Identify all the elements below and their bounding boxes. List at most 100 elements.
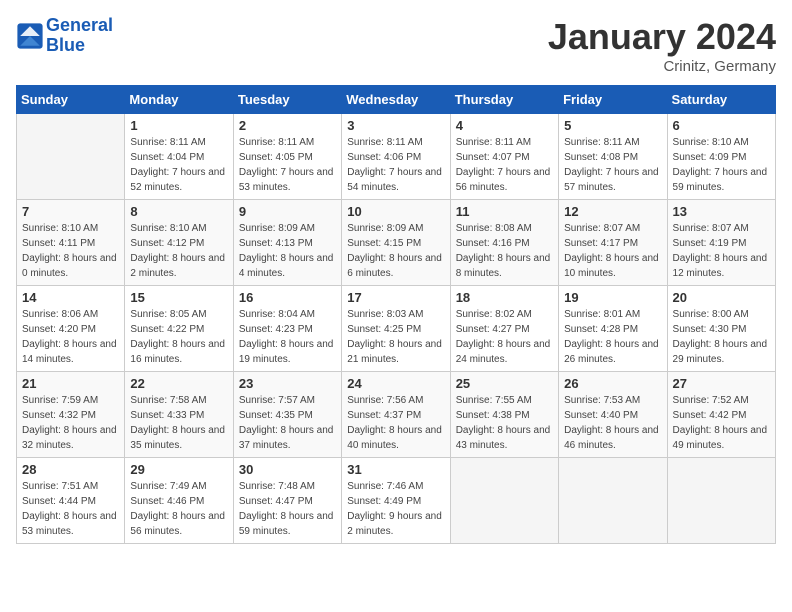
day-info: Sunrise: 8:02 AMSunset: 4:27 PMDaylight:… [456,307,553,367]
day-info: Sunrise: 7:48 AMSunset: 4:47 PMDaylight:… [239,479,336,539]
day-info: Sunrise: 8:06 AMSunset: 4:20 PMDaylight:… [22,307,119,367]
day-info: Sunrise: 8:07 AMSunset: 4:19 PMDaylight:… [673,221,770,281]
day-info: Sunrise: 8:00 AMSunset: 4:30 PMDaylight:… [673,307,770,367]
day-number: 2 [239,118,336,133]
calendar-day: 1Sunrise: 8:11 AMSunset: 4:04 PMDaylight… [125,114,233,200]
calendar-day: 15 Sunrise: 8:05 AMSunset: 4:22 PMDayligh… [125,286,233,372]
calendar-week-3: 14 Sunrise: 8:06 AMSunset: 4:20 PMDayligh… [17,286,776,372]
calendar-day: 27 Sunrise: 7:52 AMSunset: 4:42 PMDayligh… [667,372,775,458]
calendar-day: 4 Sunrise: 8:11 AMSunset: 4:07 PMDaylight… [450,114,558,200]
day-header-thursday: Thursday [450,86,558,114]
day-number: 22 [130,376,227,391]
day-number: 20 [673,290,770,305]
day-header-monday: Monday [125,86,233,114]
day-info: Sunrise: 7:52 AMSunset: 4:42 PMDaylight:… [673,393,770,453]
calendar-day: 11 Sunrise: 8:08 AMSunset: 4:16 PMDayligh… [450,200,558,286]
calendar-day [450,458,558,544]
day-info: Sunrise: 8:09 AMSunset: 4:15 PMDaylight:… [347,221,444,281]
day-header-sunday: Sunday [17,86,125,114]
calendar-day: 23 Sunrise: 7:57 AMSunset: 4:35 PMDayligh… [233,372,341,458]
day-info: Sunrise: 7:55 AMSunset: 4:38 PMDaylight:… [456,393,553,453]
calendar-day: 7 Sunrise: 8:10 AMSunset: 4:11 PMDaylight… [17,200,125,286]
day-number: 10 [347,204,444,219]
calendar-day: 28 Sunrise: 7:51 AMSunset: 4:44 PMDayligh… [17,458,125,544]
calendar-day: 10 Sunrise: 8:09 AMSunset: 4:15 PMDayligh… [342,200,450,286]
day-number: 8 [130,204,227,219]
calendar-day: 6Sunrise: 8:10 AMSunset: 4:09 PMDaylight… [667,114,775,200]
calendar-day [667,458,775,544]
day-number: 11 [456,204,553,219]
day-number: 5 [564,118,661,133]
day-number: 31 [347,462,444,477]
day-info: Sunrise: 7:51 AMSunset: 4:44 PMDaylight:… [22,479,119,539]
calendar-week-4: 21Sunrise: 7:59 AMSunset: 4:32 PMDayligh… [17,372,776,458]
day-info: Sunrise: 8:11 AMSunset: 4:05 PMDaylight:… [239,135,336,195]
day-info: Sunrise: 7:59 AMSunset: 4:32 PMDaylight:… [22,393,119,453]
day-number: 12 [564,204,661,219]
calendar-day: 3 Sunrise: 8:11 AMSunset: 4:06 PMDaylight… [342,114,450,200]
day-info: Sunrise: 7:49 AMSunset: 4:46 PMDaylight:… [130,479,227,539]
calendar-day: 25 Sunrise: 7:55 AMSunset: 4:38 PMDayligh… [450,372,558,458]
day-number: 18 [456,290,553,305]
calendar-header-row: SundayMondayTuesdayWednesdayThursdayFrid… [17,86,776,114]
calendar-day: 24Sunrise: 7:56 AMSunset: 4:37 PMDayligh… [342,372,450,458]
calendar-day: 30 Sunrise: 7:48 AMSunset: 4:47 PMDayligh… [233,458,341,544]
day-number: 23 [239,376,336,391]
day-info: Sunrise: 8:05 AMSunset: 4:22 PMDaylight:… [130,307,227,367]
day-info: Sunrise: 8:03 AMSunset: 4:25 PMDaylight:… [347,307,444,367]
calendar-day: 18 Sunrise: 8:02 AMSunset: 4:27 PMDayligh… [450,286,558,372]
calendar-day: 14 Sunrise: 8:06 AMSunset: 4:20 PMDayligh… [17,286,125,372]
calendar-day: 19 Sunrise: 8:01 AMSunset: 4:28 PMDayligh… [559,286,667,372]
day-number: 14 [22,290,119,305]
calendar-day: 5 Sunrise: 8:11 AMSunset: 4:08 PMDaylight… [559,114,667,200]
day-info: Sunrise: 8:10 AMSunset: 4:11 PMDaylight:… [22,221,119,281]
day-info: Sunrise: 8:10 AMSunset: 4:12 PMDaylight:… [130,221,227,281]
logo-text-blue: Blue [46,36,113,56]
day-info: Sunrise: 7:57 AMSunset: 4:35 PMDaylight:… [239,393,336,453]
day-number: 3 [347,118,444,133]
day-info: Sunrise: 8:07 AMSunset: 4:17 PMDaylight:… [564,221,661,281]
location-subtitle: Crinitz, Germany [548,58,776,75]
calendar-week-1: 1Sunrise: 8:11 AMSunset: 4:04 PMDaylight… [17,114,776,200]
day-number: 15 [130,290,227,305]
day-number: 28 [22,462,119,477]
day-info: Sunrise: 7:58 AMSunset: 4:33 PMDaylight:… [130,393,227,453]
calendar-day: 13 Sunrise: 8:07 AMSunset: 4:19 PMDayligh… [667,200,775,286]
day-info: Sunrise: 8:11 AMSunset: 4:08 PMDaylight:… [564,135,661,195]
day-header-saturday: Saturday [667,86,775,114]
day-number: 25 [456,376,553,391]
calendar-day: 9Sunrise: 8:09 AMSunset: 4:13 PMDaylight… [233,200,341,286]
day-number: 19 [564,290,661,305]
day-info: Sunrise: 8:04 AMSunset: 4:23 PMDaylight:… [239,307,336,367]
calendar-day: 22 Sunrise: 7:58 AMSunset: 4:33 PMDayligh… [125,372,233,458]
day-number: 27 [673,376,770,391]
day-number: 7 [22,204,119,219]
day-number: 4 [456,118,553,133]
day-number: 16 [239,290,336,305]
day-number: 1 [130,118,227,133]
calendar-day [17,114,125,200]
calendar-day [559,458,667,544]
day-header-tuesday: Tuesday [233,86,341,114]
day-info: Sunrise: 7:46 AMSunset: 4:49 PMDaylight:… [347,479,444,539]
title-block: January 2024 Crinitz, Germany [548,16,776,75]
day-info: Sunrise: 8:01 AMSunset: 4:28 PMDaylight:… [564,307,661,367]
calendar-day: 16 Sunrise: 8:04 AMSunset: 4:23 PMDayligh… [233,286,341,372]
day-number: 29 [130,462,227,477]
day-number: 30 [239,462,336,477]
calendar-day: 29 Sunrise: 7:49 AMSunset: 4:46 PMDayligh… [125,458,233,544]
day-info: Sunrise: 8:11 AMSunset: 4:06 PMDaylight:… [347,135,444,195]
calendar-day: 8 Sunrise: 8:10 AMSunset: 4:12 PMDaylight… [125,200,233,286]
day-header-wednesday: Wednesday [342,86,450,114]
day-info: Sunrise: 7:53 AMSunset: 4:40 PMDaylight:… [564,393,661,453]
day-info: Sunrise: 8:11 AMSunset: 4:07 PMDaylight:… [456,135,553,195]
logo-text-general: General [46,16,113,36]
day-number: 13 [673,204,770,219]
day-number: 17 [347,290,444,305]
calendar-day: 2 Sunrise: 8:11 AMSunset: 4:05 PMDaylight… [233,114,341,200]
day-number: 6 [673,118,770,133]
logo-icon [16,22,44,50]
calendar-week-5: 28 Sunrise: 7:51 AMSunset: 4:44 PMDayligh… [17,458,776,544]
day-number: 9 [239,204,336,219]
day-info: Sunrise: 8:08 AMSunset: 4:16 PMDaylight:… [456,221,553,281]
